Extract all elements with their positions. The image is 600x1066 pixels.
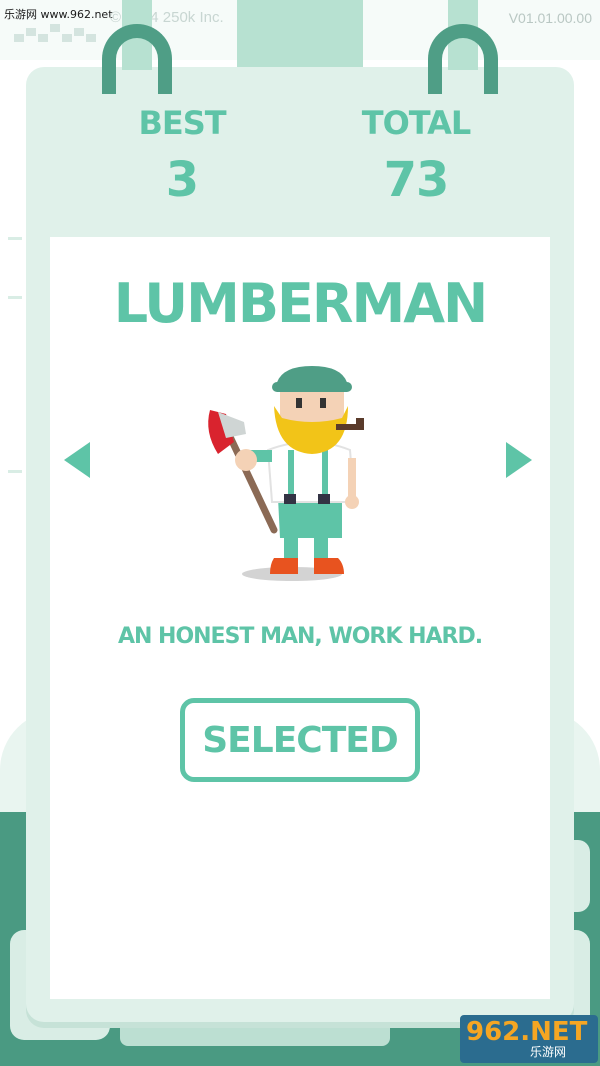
site-badge: 962.NET 乐游网 [460, 1015, 598, 1063]
previous-character-arrow-icon[interactable] [64, 442, 90, 478]
scenery-tick [8, 237, 22, 240]
scenery-tick [8, 296, 22, 299]
selected-button[interactable]: SELECTED [180, 698, 420, 782]
watermark-text: 乐游网 www.962.net [4, 8, 113, 21]
card-base-bar [120, 1020, 390, 1046]
scenery-tick [8, 470, 22, 473]
character-description: AN HONEST MAN, WORK HARD. [117, 624, 483, 649]
total-value: 73 [383, 152, 450, 208]
character-panel [50, 237, 550, 999]
best-value: 3 [165, 152, 199, 208]
next-character-arrow-icon[interactable] [506, 442, 532, 478]
hook-left-icon [102, 24, 172, 94]
badge-site: 乐游网 [530, 1045, 567, 1059]
center-ribbon [237, 0, 363, 70]
hook-right-icon [428, 24, 498, 94]
total-label: TOTAL [361, 104, 472, 142]
lumberman-character-illustration [208, 366, 364, 581]
best-label: BEST [138, 104, 226, 142]
version-text: V01.01.00.00 [508, 10, 592, 26]
badge-number: 962.NET [466, 1017, 588, 1047]
pixel-logo-icon [14, 24, 96, 42]
character-name: LUMBERMAN [113, 272, 488, 335]
